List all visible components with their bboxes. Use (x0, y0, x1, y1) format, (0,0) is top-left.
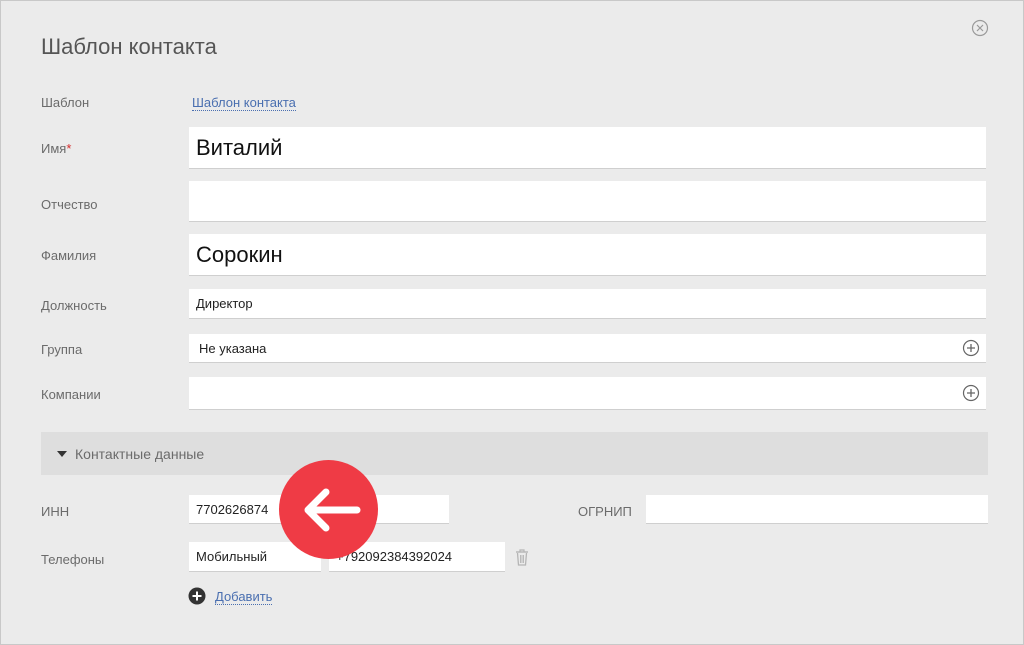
position-input[interactable]: Директор (189, 289, 986, 319)
last-name-label: Фамилия (41, 248, 97, 263)
middle-name-input[interactable] (189, 181, 986, 222)
group-select[interactable]: Не указана (189, 334, 986, 363)
trash-icon[interactable] (513, 547, 531, 567)
position-label: Должность (41, 298, 107, 313)
back-arrow-badge[interactable] (279, 460, 378, 559)
contact-template-dialog: Шаблон контакта Шаблон Шаблон контакта И… (0, 0, 1024, 645)
arrow-left-icon (304, 488, 361, 532)
group-value: Не указана (199, 340, 267, 356)
add-circle-icon[interactable] (962, 339, 980, 357)
last-name-input[interactable]: Сорокин (189, 234, 986, 276)
close-icon[interactable] (971, 19, 989, 37)
dialog-title: Шаблон контакта (41, 34, 217, 59)
caret-down-icon (57, 450, 67, 457)
ogrnip-label: ОГРНИП (578, 504, 632, 519)
add-phone-icon[interactable] (188, 587, 206, 605)
companies-label: Компании (41, 387, 101, 402)
inn-label: ИНН (41, 504, 70, 519)
first-name-label-text: Имя (41, 141, 67, 156)
contact-data-section-toggle[interactable]: Контактные данные (41, 432, 988, 475)
middle-name-label: Отчество (41, 197, 98, 212)
first-name-input[interactable]: Виталий (189, 127, 986, 169)
add-phone-link[interactable]: Добавить (215, 589, 273, 605)
required-mark: * (66, 141, 72, 156)
phones-label: Телефоны (41, 552, 105, 567)
companies-select[interactable] (189, 377, 986, 410)
template-label: Шаблон (41, 95, 90, 110)
group-label: Группа (41, 342, 83, 357)
first-name-label: Имя* (41, 141, 71, 156)
template-link[interactable]: Шаблон контакта (192, 95, 296, 111)
section-title: Контактные данные (75, 445, 205, 462)
add-circle-icon[interactable] (962, 384, 980, 402)
ogrnip-input[interactable] (646, 495, 988, 524)
